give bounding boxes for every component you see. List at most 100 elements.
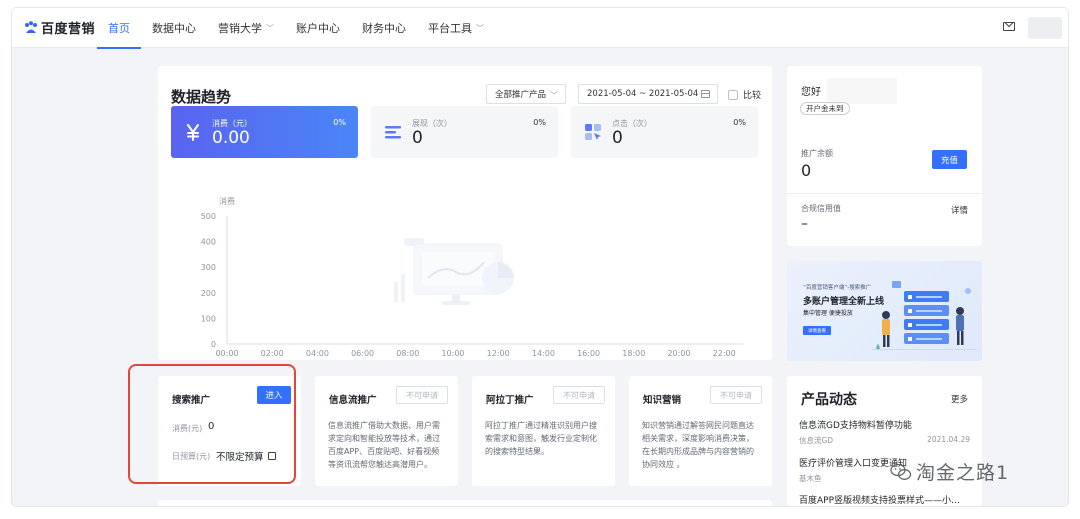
nav-item-data-center[interactable]: 数据中心 xyxy=(141,8,207,48)
balance-value: 0 xyxy=(801,161,812,180)
nav-item-label: 平台工具 xyxy=(428,22,472,35)
metric-pct: 0% xyxy=(733,118,746,127)
wechat-icon xyxy=(890,463,912,480)
nav-menu: 首页 数据中心 营销大学 ﹀ 账户中心 财务中心 平台工具 ﹀ xyxy=(97,8,495,49)
username-redacted xyxy=(827,78,897,104)
nav-item-label: 账户中心 xyxy=(296,22,340,35)
product-news-card: 产品动态 更多 信息流GD支持物料暂停功能 信息流GD 2021.04.29 医… xyxy=(787,376,982,506)
nav-item-marketing-university[interactable]: 营销大学 ﹀ xyxy=(207,8,285,48)
service-title: 信息流推广 xyxy=(329,395,377,406)
banner-button[interactable]: 详情查看 xyxy=(803,326,831,335)
nav-item-label: 营销大学 xyxy=(218,22,262,35)
avatar[interactable] xyxy=(1028,17,1062,39)
baidu-paw-icon xyxy=(25,20,37,33)
mail-icon[interactable] xyxy=(1003,22,1015,31)
metric-clicks[interactable]: 点击（次） 0% 0 xyxy=(571,106,758,158)
apply-button-disabled: 不可申请 xyxy=(396,386,448,404)
product-select[interactable]: 全部推广产品 ﹀ xyxy=(486,84,566,104)
logo[interactable]: 百度营销 xyxy=(24,18,95,37)
promo-banner[interactable]: “百度营销客户端”-搜索推广 多账户管理全新上线 集中管理 便捷投放 详情查看 xyxy=(787,261,982,361)
compare-label: 比较 xyxy=(743,91,762,101)
service-description: 知识营销通过解答网民问题直达相关需求，深度影响消费决策，在长期内形成品牌与内容营… xyxy=(642,421,754,469)
x-tick-label: 20:00 xyxy=(667,349,690,358)
y-tick-label: 100 xyxy=(201,314,216,323)
account-status-badge: 开户金未到 xyxy=(800,102,850,115)
date-range-picker[interactable]: 2021-05-04 ~ 2021-05-04 xyxy=(578,84,718,104)
apply-button-disabled: 不可申请 xyxy=(553,386,605,404)
news-item[interactable]: 信息流GD支持物料暂停功能 信息流GD 2021.04.29 xyxy=(799,418,970,446)
service-card-feed: 信息流推广 不可申请 信息流推广借助大数据、用户需求定向和智能投放等技术，通过百… xyxy=(315,376,458,486)
divider xyxy=(787,193,982,194)
nav-item-platform-tools[interactable]: 平台工具 ﹀ xyxy=(417,8,495,48)
nav-item-label: 财务中心 xyxy=(362,22,406,35)
card-title: 产品动态 xyxy=(801,392,857,408)
metric-impressions[interactable]: 展现（次） 0% 0 xyxy=(371,106,558,158)
credit-label: 合规信用值 xyxy=(801,204,841,213)
metric-pct: 0% xyxy=(533,118,546,127)
news-source: 基木鱼 xyxy=(799,474,822,483)
x-tick-label: 18:00 xyxy=(622,349,645,358)
balance-label: 推广余额 xyxy=(801,149,833,158)
x-tick-label: 16:00 xyxy=(577,349,600,358)
watermark-text: 淘金之路1 xyxy=(916,462,1010,484)
x-tick-label: 06:00 xyxy=(351,349,374,358)
service-card-aladdin: 阿拉丁推广 不可申请 阿拉丁推广通过精准识别用户搜索需求和意图，触发行业定制化的… xyxy=(472,376,615,486)
metric-value: 0 xyxy=(412,128,423,148)
credit-detail-link[interactable]: 详情 xyxy=(951,204,968,216)
compare-toggle[interactable]: 比较 xyxy=(728,88,761,101)
service-title: 知识营销 xyxy=(643,395,682,406)
metric-pct: 0% xyxy=(333,118,346,127)
calendar-icon xyxy=(701,90,710,98)
y-axis-label: 消费 xyxy=(219,196,235,206)
compare-checkbox[interactable] xyxy=(728,89,738,100)
nav-item-label: 数据中心 xyxy=(152,22,196,35)
chevron-down-icon: ﹀ xyxy=(476,23,484,33)
logo-text: 百度营销 xyxy=(41,22,96,37)
y-tick-label: 0 xyxy=(211,340,216,349)
service-description: 阿拉丁推广通过精准识别用户搜索需求和意图，触发行业定制化的搜索特型结果。 xyxy=(485,421,597,456)
metric-spend[interactable]: 消费（元） 0% 0.00 xyxy=(171,106,358,158)
x-tick-label: 22:00 xyxy=(713,349,736,358)
metric-value: 0 xyxy=(612,128,623,148)
x-tick-label: 14:00 xyxy=(532,349,555,358)
banner-illustration xyxy=(872,281,977,350)
chevron-down-icon: ﹀ xyxy=(266,23,274,33)
nav-item-home[interactable]: 首页 xyxy=(97,8,141,49)
news-source: 信息流GD xyxy=(799,436,834,445)
select-value: 全部推广产品 xyxy=(495,90,547,100)
nav-item-label: 首页 xyxy=(108,22,130,35)
news-date: 2021.04.29 xyxy=(927,435,970,444)
x-tick-label: 08:00 xyxy=(396,349,419,358)
news-item[interactable]: 百度APP竖版视频支持投票样式——小… xyxy=(799,493,970,506)
service-card-knowledge: 知识营销 不可申请 知识营销通过解答网民问题直达相关需求，深度影响消费决策，在长… xyxy=(629,376,772,486)
list-icon xyxy=(385,126,401,139)
highlight-annotation xyxy=(128,364,296,484)
spend-trend-chart: 消费 0 100 200 300 400 500 00:00 02:00 04:00 06:00… xyxy=(201,196,743,358)
next-card-edge xyxy=(158,500,772,506)
apply-button-disabled: 不可申请 xyxy=(710,386,762,404)
recharge-button[interactable]: 充值 xyxy=(932,150,967,169)
y-tick-label: 500 xyxy=(201,212,216,221)
x-tick-label: 12:00 xyxy=(487,349,510,358)
y-tick-label: 300 xyxy=(201,263,216,272)
watermark: 淘金之路1 xyxy=(890,458,1009,485)
news-title: 百度APP竖版视频支持投票样式——小… xyxy=(799,496,961,506)
card-title: 数据趋势 xyxy=(171,88,232,106)
service-description: 信息流推广借助大数据、用户需求定向和智能投放等技术，通过百度APP、百度贴吧、好… xyxy=(328,421,440,469)
x-tick-label: 02:00 xyxy=(261,349,284,358)
chevron-down-icon: ﹀ xyxy=(550,91,558,100)
date-range-value: 2021-05-04 ~ 2021-05-04 xyxy=(587,89,699,99)
yuan-icon xyxy=(187,124,199,141)
x-tick-label: 00:00 xyxy=(215,349,238,358)
x-tick-label: 10:00 xyxy=(441,349,464,358)
x-tick-label: 04:00 xyxy=(306,349,329,358)
y-tick-label: 200 xyxy=(201,289,216,298)
nav-item-finance-center[interactable]: 财务中心 xyxy=(351,8,417,48)
nav-item-account-center[interactable]: 账户中心 xyxy=(285,8,351,48)
data-trend-card: 数据趋势 全部推广产品 ﹀ 2021-05-04 ~ 2021-05-04 比较… xyxy=(158,66,772,360)
metric-value: 0.00 xyxy=(212,128,250,148)
service-title: 阿拉丁推广 xyxy=(486,395,534,406)
y-tick-label: 400 xyxy=(201,238,216,247)
empty-chart-illustration xyxy=(394,238,514,305)
more-link[interactable]: 更多 xyxy=(951,393,968,405)
